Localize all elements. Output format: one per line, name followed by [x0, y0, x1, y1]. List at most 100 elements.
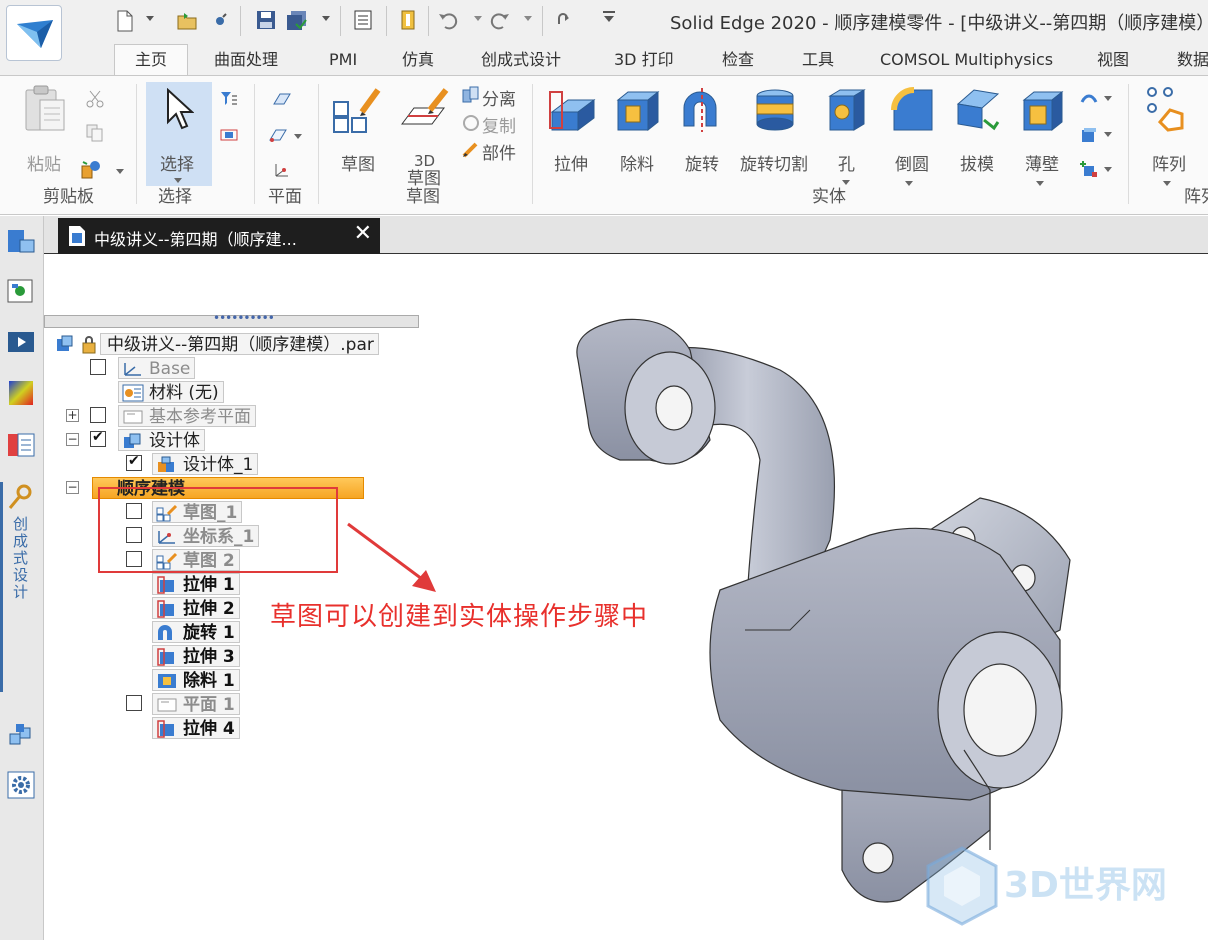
draft-icon[interactable]	[954, 84, 1002, 136]
coordinate-system-icon	[124, 363, 141, 376]
coincident-plane-icon[interactable]	[272, 92, 292, 108]
results-icon[interactable]	[6, 430, 36, 460]
undo-icon[interactable]	[438, 10, 458, 32]
active-panel-indicator	[0, 482, 3, 692]
expand-icon[interactable]: +	[66, 409, 79, 422]
settings-gear-icon[interactable]	[6, 770, 36, 800]
revolve-label: 旋转	[685, 155, 719, 175]
paste-icon[interactable]	[22, 84, 68, 134]
tree-item-label: 平面 1	[183, 695, 235, 715]
assembly-icon[interactable]	[6, 720, 36, 750]
annotation-arrow	[347, 522, 436, 592]
pattern-group-label: 阵列	[1184, 187, 1208, 207]
tab-3d-print[interactable]: 3D 打印	[614, 48, 674, 76]
note-icon[interactable]	[400, 10, 416, 32]
tab-inspect[interactable]: 检查	[722, 48, 754, 76]
round-icon[interactable]	[890, 86, 936, 134]
document-tab[interactable]: 中级讲义--第四期（顺序建... ✕	[58, 218, 380, 254]
part-icon[interactable]	[462, 140, 480, 158]
add-body-icon[interactable]	[1080, 160, 1098, 178]
visibility-checkbox[interactable]	[90, 429, 106, 447]
pattern-icon[interactable]	[1146, 84, 1192, 134]
material-icon	[122, 384, 144, 402]
separate-label[interactable]: 分离	[482, 85, 516, 110]
normal-icon[interactable]	[1080, 126, 1098, 144]
visibility-checkbox[interactable]	[90, 407, 106, 423]
generative-design-icon[interactable]	[6, 482, 36, 512]
copy-body-icon[interactable]	[462, 114, 480, 132]
pathfinder-resize-handle[interactable]: ••••••••••	[44, 311, 419, 328]
generative-design-vertical-label[interactable]: 创成式设计	[9, 516, 31, 601]
save-dropdown-icon[interactable]	[322, 16, 330, 38]
revolve-cut-icon[interactable]	[752, 86, 798, 134]
tab-view[interactable]: 视图	[1097, 48, 1129, 76]
solid-edge-logo-icon	[17, 20, 53, 48]
tree-item-label: 旋转 1	[183, 623, 235, 643]
tab-surfacing[interactable]: 曲面处理	[214, 48, 278, 76]
tab-tools[interactable]: 工具	[802, 48, 834, 76]
save-all-icon[interactable]	[286, 10, 308, 32]
app-title: Solid Edge 2020 - 顺序建模零件 - [中级讲义--第四期（顺序…	[670, 13, 1208, 34]
tree-item-label: 材料 (无)	[149, 383, 219, 403]
collapse-icon[interactable]: −	[66, 481, 79, 494]
redo-icon[interactable]	[490, 10, 510, 32]
app-logo[interactable]	[6, 5, 62, 61]
tab-pmi[interactable]: PMI	[329, 48, 357, 76]
revolve-icon[interactable]	[678, 86, 728, 134]
tab-data[interactable]: 数据	[1177, 48, 1208, 76]
sketch-icon[interactable]	[332, 86, 382, 134]
properties-icon[interactable]	[354, 10, 372, 32]
separate-icon[interactable]	[462, 86, 480, 104]
open-file-icon[interactable]	[176, 10, 198, 32]
tree-item-label: Base	[149, 359, 191, 379]
movie-icon[interactable]	[6, 326, 36, 356]
close-tab-icon[interactable]: ✕	[354, 221, 372, 246]
copy-body-label[interactable]: 复制	[482, 112, 516, 137]
redo-dropdown-icon[interactable]	[524, 16, 532, 38]
thin-wall-icon[interactable]	[1020, 86, 1066, 134]
select-box-icon[interactable]	[220, 128, 238, 142]
collapse-icon[interactable]: −	[66, 433, 79, 446]
ribbon-tabs: 主页 曲面处理 PMI 仿真 创成式设计 3D 打印 检查 工具 COMSOL …	[0, 42, 1208, 77]
tab-comsol[interactable]: COMSOL Multiphysics	[880, 48, 1053, 76]
helix-icon[interactable]	[1080, 90, 1098, 108]
cut-icon[interactable]	[86, 90, 104, 108]
select-filter-icon[interactable]	[220, 90, 238, 108]
tab-home[interactable]: 主页	[114, 44, 189, 77]
sketch-group-label: 草图	[406, 187, 440, 207]
cutout-icon[interactable]	[614, 86, 662, 134]
select-button[interactable]: 选择	[146, 82, 212, 186]
title-bar: Solid Edge 2020 - 顺序建模零件 - [中级讲义--第四期（顺序…	[0, 0, 1208, 61]
document-tab-label: 中级讲义--第四期（顺序建...	[94, 230, 297, 249]
visibility-checkbox[interactable]	[90, 359, 106, 375]
tree-item-label: 设计体_1	[183, 455, 254, 475]
new-file-icon[interactable]	[116, 10, 134, 32]
extrude-icon	[157, 648, 174, 666]
coordinate-system-icon[interactable]	[272, 160, 292, 180]
cutout-icon	[158, 674, 176, 688]
cutout-label: 除料	[620, 155, 654, 175]
hole-icon[interactable]	[826, 86, 868, 134]
visibility-checkbox[interactable]	[126, 453, 142, 471]
plane-by-angle-icon[interactable]	[268, 128, 290, 144]
format-painter-icon[interactable]	[80, 160, 102, 180]
copy-icon[interactable]	[86, 124, 104, 142]
sketch-3d-icon[interactable]	[400, 86, 450, 132]
undo-dropdown-icon[interactable]	[474, 16, 482, 38]
tree-item-label: 基本参考平面	[149, 407, 251, 427]
repeat-command-icon[interactable]	[556, 10, 574, 32]
color-map-icon[interactable]	[6, 378, 36, 408]
customize-quick-access-icon[interactable]	[602, 10, 616, 32]
document-tab-strip: 中级讲义--第四期（顺序建... ✕	[44, 216, 1208, 254]
save-icon[interactable]	[256, 10, 276, 32]
extrude-icon[interactable]	[548, 86, 598, 134]
tab-simulation[interactable]: 仿真	[402, 48, 434, 76]
new-dropdown-icon[interactable]	[146, 16, 154, 38]
feature-library-icon[interactable]	[6, 276, 36, 306]
find-icon[interactable]	[212, 10, 228, 32]
part-label[interactable]: 部件	[482, 139, 516, 164]
visibility-checkbox[interactable]	[126, 695, 142, 711]
part-view-icon[interactable]	[6, 226, 36, 256]
tab-generative-design[interactable]: 创成式设计	[481, 48, 561, 76]
extrude-icon	[157, 720, 174, 738]
